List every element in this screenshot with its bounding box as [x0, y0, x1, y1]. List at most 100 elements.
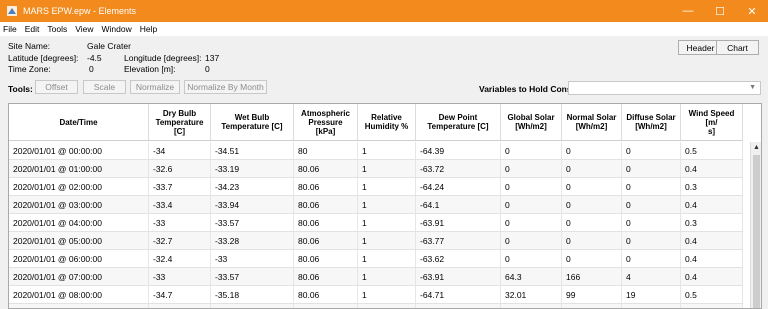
table-cell[interactable]: 0.4	[681, 196, 743, 213]
table-cell[interactable]: -33	[149, 214, 211, 231]
normalize-button[interactable]: Normalize	[130, 80, 180, 94]
table-cell[interactable]: -63.72	[416, 160, 501, 177]
maximize-button[interactable]: ☐	[704, 0, 736, 22]
vertical-scrollbar[interactable]: ▲	[750, 142, 761, 308]
table-cell[interactable]: 0	[562, 250, 622, 267]
table-cell[interactable]: 1	[358, 232, 416, 249]
table-cell[interactable]: 1	[358, 286, 416, 303]
table-cell[interactable]: -63.62	[416, 250, 501, 267]
table-cell[interactable]: 80.06	[294, 304, 358, 308]
table-cell[interactable]: -35.18	[211, 286, 294, 303]
table-cell[interactable]: -33.19	[211, 160, 294, 177]
table-cell[interactable]: 80.06	[294, 160, 358, 177]
menu-window[interactable]: Window	[101, 24, 131, 34]
table-cell[interactable]: 80.06	[294, 214, 358, 231]
table-cell[interactable]: 2020/01/01 @ 07:00:00	[9, 268, 149, 285]
table-cell[interactable]: 0	[501, 214, 562, 231]
table-cell[interactable]: 1	[358, 178, 416, 195]
table-cell[interactable]: -34.51	[211, 142, 294, 159]
table-cell[interactable]: 0	[562, 214, 622, 231]
table-cell[interactable]: 0.5	[681, 304, 743, 308]
offset-button[interactable]: Offset	[35, 80, 78, 94]
table-cell[interactable]: 99	[562, 286, 622, 303]
table-row[interactable]: 2020/01/01 @ 01:00:00 -32.6 -33.19 80.06 1 -6…	[9, 160, 743, 178]
normalize-by-month-button[interactable]: Normalize By Month	[184, 80, 267, 94]
menu-view[interactable]: View	[75, 24, 93, 34]
table-cell[interactable]: 2020/01/01 @ 05:00:00	[9, 232, 149, 249]
table-cell[interactable]: 0.5	[681, 142, 743, 159]
table-cell[interactable]: -33.57	[211, 268, 294, 285]
variables-to-hold-constant-select[interactable]: ▼	[568, 81, 761, 95]
table-cell[interactable]: 166	[562, 268, 622, 285]
table-cell[interactable]: 1	[358, 268, 416, 285]
table-row[interactable]: 2020/01/01 @ 03:00:00 -33.4 -33.94 80.06 1 -6…	[9, 196, 743, 214]
table-cell[interactable]: 1	[358, 196, 416, 213]
table-cell[interactable]: -33.4	[149, 196, 211, 213]
table-cell[interactable]: 80	[294, 142, 358, 159]
table-row[interactable]: 2020/01/01 @ 05:00:00 -32.7 -33.28 80.06 1 -6…	[9, 232, 743, 250]
table-row[interactable]: 2020/01/01 @ 04:00:00 -33 -33.57 80.06 1 -63.…	[9, 214, 743, 232]
table-cell[interactable]: 1	[358, 160, 416, 177]
menu-tools[interactable]: Tools	[47, 24, 67, 34]
table-cell[interactable]: -33.94	[211, 196, 294, 213]
table-cell[interactable]: -32.6	[149, 160, 211, 177]
column-header[interactable]: Wet Bulb Temperature [C]	[211, 104, 294, 140]
table-cell[interactable]: -37.95	[211, 304, 294, 308]
table-cell[interactable]: 2020/01/01 @ 06:00:00	[9, 250, 149, 267]
table-row[interactable]: 2020/01/01 @ 00:00:00 -34 -34.51 80 1 -64.39 0…	[9, 142, 743, 160]
table-cell[interactable]: -64.71	[416, 286, 501, 303]
table-cell[interactable]: 80.06	[294, 232, 358, 249]
table-cell[interactable]: 0	[622, 160, 681, 177]
table-cell[interactable]: 0	[622, 232, 681, 249]
table-cell[interactable]: 80.06	[294, 178, 358, 195]
chevron-down-icon[interactable]: ▼	[749, 84, 756, 91]
minimize-button[interactable]: —	[672, 0, 704, 22]
table-cell[interactable]: 46	[622, 304, 681, 308]
table-cell[interactable]: -34	[149, 142, 211, 159]
table-cell[interactable]: 80.06	[294, 250, 358, 267]
table-cell[interactable]: 2020/01/01 @ 09:00:00	[9, 304, 149, 308]
column-header[interactable]: Normal Solar [Wh/m2]	[562, 104, 622, 140]
table-cell[interactable]: 0	[622, 214, 681, 231]
table-cell[interactable]: 0	[562, 232, 622, 249]
close-button[interactable]: ✕	[736, 0, 768, 22]
table-cell[interactable]: -37.6	[149, 304, 211, 308]
menu-edit[interactable]: Edit	[25, 24, 40, 34]
table-cell[interactable]: 0	[501, 142, 562, 159]
table-cell[interactable]: 80.06	[294, 286, 358, 303]
table-cell[interactable]: 1	[358, 250, 416, 267]
column-header[interactable]: Global Solar [Wh/m2]	[501, 104, 562, 140]
table-cell[interactable]: 0	[501, 160, 562, 177]
table-cell[interactable]: 0.3	[681, 214, 743, 231]
table-cell[interactable]: 19	[622, 286, 681, 303]
column-header[interactable]: Atmospheric Pressure [kPa]	[294, 104, 358, 140]
table-cell[interactable]: -33.28	[211, 232, 294, 249]
table-cell[interactable]: 0.3	[681, 178, 743, 195]
table-cell[interactable]: 1	[358, 142, 416, 159]
table-cell[interactable]: -32.7	[149, 232, 211, 249]
table-cell[interactable]: 0	[622, 250, 681, 267]
table-cell[interactable]: 0	[501, 250, 562, 267]
table-cell[interactable]: 2020/01/01 @ 02:00:00	[9, 178, 149, 195]
table-cell[interactable]: 2020/01/01 @ 01:00:00	[9, 160, 149, 177]
table-row[interactable]: 2020/01/01 @ 07:00:00 -33 -33.57 80.06 1 -63.…	[9, 268, 743, 286]
table-row[interactable]: 2020/01/01 @ 08:00:00 -34.7 -35.18 80.06 1 -6…	[9, 286, 743, 304]
column-header[interactable]: Diffuse Solar [Wh/m2]	[622, 104, 681, 140]
column-header[interactable]: Dew Point Temperature [C]	[416, 104, 501, 140]
table-cell[interactable]: 0	[562, 178, 622, 195]
column-header[interactable]: Dry Bulb Temperature [C]	[149, 104, 211, 140]
column-header[interactable]: Wind Speed [m/s]	[681, 104, 743, 140]
menu-file[interactable]: File	[3, 24, 17, 34]
table-cell[interactable]: 0	[562, 142, 622, 159]
table-row[interactable]: 2020/01/01 @ 02:00:00 -33.7 -34.23 80.06 1 -6…	[9, 178, 743, 196]
table-cell[interactable]: 1	[358, 214, 416, 231]
table-cell[interactable]: 0	[562, 196, 622, 213]
table-cell[interactable]: -34.23	[211, 178, 294, 195]
table-cell[interactable]: 2020/01/01 @ 04:00:00	[9, 214, 149, 231]
table-cell[interactable]: 0	[622, 178, 681, 195]
table-cell[interactable]: 1	[358, 304, 416, 308]
table-cell[interactable]: -64.39	[416, 142, 501, 159]
scroll-up-icon[interactable]: ▲	[751, 142, 761, 153]
table-cell[interactable]: 80.06	[294, 196, 358, 213]
table-cell[interactable]: 0	[501, 196, 562, 213]
